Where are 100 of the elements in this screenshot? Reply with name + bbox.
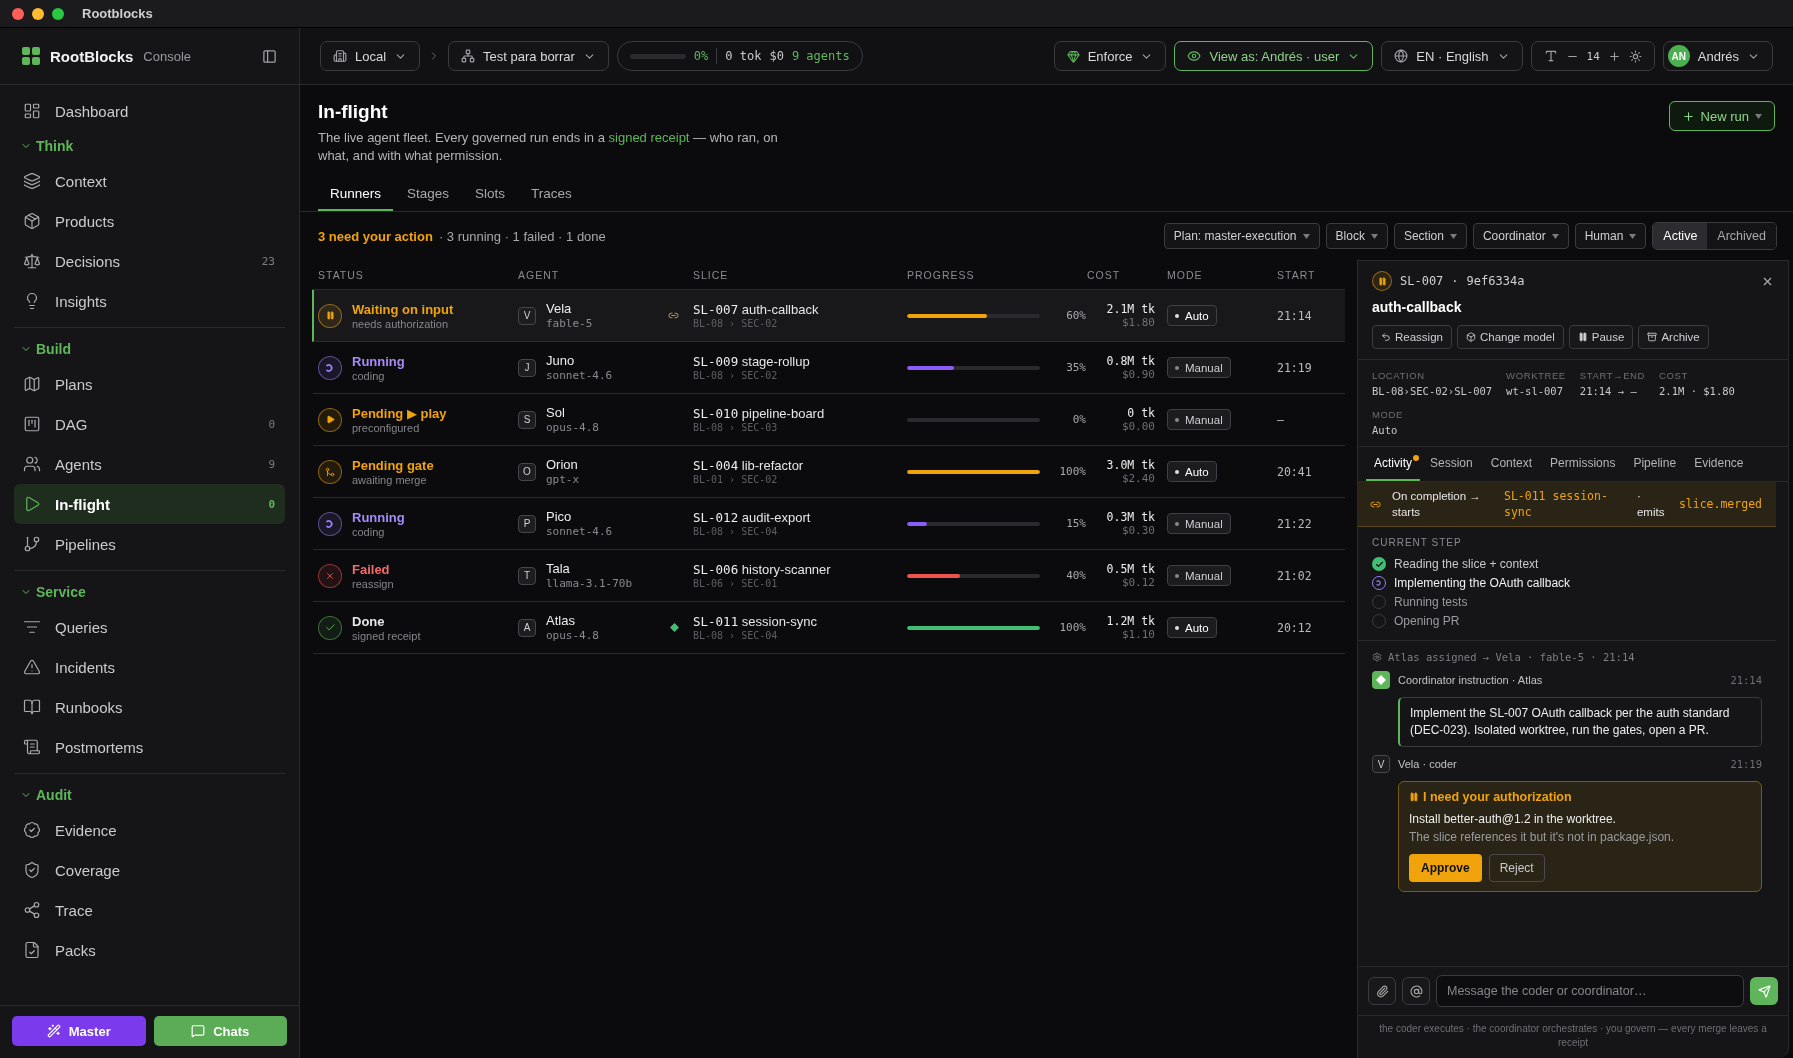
- master-button[interactable]: Master: [12, 1016, 146, 1046]
- caret-icon: [1629, 233, 1637, 239]
- sun-icon[interactable]: [1628, 49, 1642, 63]
- panel-tab[interactable]: Evidence: [1686, 447, 1752, 481]
- section-toggle[interactable]: Build: [14, 334, 285, 364]
- plus-icon[interactable]: [1607, 49, 1621, 63]
- nav-item[interactable]: Context: [14, 161, 285, 201]
- authorization-request: Install better-auth@1.2 in the worktree.: [1409, 812, 1617, 826]
- section-toggle[interactable]: Service: [14, 577, 285, 607]
- text-size-icon[interactable]: [1543, 49, 1558, 63]
- nav-item[interactable]: Runbooks: [14, 687, 285, 727]
- panel-action-button[interactable]: Reassign: [1372, 325, 1452, 349]
- tab[interactable]: Slots: [463, 177, 518, 211]
- book-icon: [23, 698, 41, 716]
- slice-name: SL-009 stage-rollup: [693, 354, 810, 369]
- progress-percent: 15%: [1065, 517, 1086, 530]
- panel-action-button[interactable]: Change model: [1456, 325, 1564, 349]
- runner-row[interactable]: Pending ▶ play preconfigured S Sol opus-4.8 SL-010 pipeline-board BL-08 › SEC-03 0% 0 tk $0.00 Manual —: [312, 394, 1345, 446]
- pause-icon: [1577, 332, 1588, 342]
- tab[interactable]: Runners: [318, 177, 394, 211]
- panel-tab[interactable]: Pipeline: [1625, 447, 1685, 481]
- nav-item[interactable]: DAG 0: [14, 404, 285, 444]
- nav-item[interactable]: Queries: [14, 607, 285, 647]
- cost-value: $2.40: [1121, 472, 1155, 485]
- cost-value: $0.12: [1121, 576, 1155, 589]
- slice-name: SL-006 history-scanner: [693, 562, 831, 577]
- policy-dropdown[interactable]: Enforce: [1053, 41, 1167, 71]
- language-dropdown[interactable]: EN · English: [1381, 41, 1523, 71]
- close-window-button[interactable]: [12, 7, 24, 20]
- nav-item[interactable]: Agents 9: [14, 444, 285, 484]
- workspace-dropdown[interactable]: Local: [320, 41, 421, 71]
- reject-button[interactable]: Reject: [1488, 854, 1545, 882]
- runner-row[interactable]: Waiting on input needs authorization V Vela fable-5 SL-007 auth-callback BL-08 › SEC-02 60% 2.1M tk $1.80 Auto 21:14: [312, 290, 1345, 342]
- nav-item[interactable]: Evidence: [14, 810, 285, 850]
- runner-row[interactable]: Running coding J Juno sonnet-4.6 SL-009 stage-rollup BL-08 › SEC-02 35% 0.8M tk $0.90 Manual 21:19: [312, 342, 1345, 394]
- send-button[interactable]: [1750, 977, 1778, 1005]
- nav-item[interactable]: Incidents: [14, 647, 285, 687]
- agent-model: opus-4.8: [546, 629, 600, 642]
- runner-row[interactable]: Failed reassign T Tala llama-3.1-70b SL-006 history-scanner BL-06 › SEC-01 40% 0.5M tk $0.12 Manual 21:02: [312, 550, 1345, 602]
- sidebar-toggle-icon[interactable]: [262, 48, 277, 64]
- filter-dropdown[interactable]: Section: [1393, 223, 1467, 249]
- agent-name: Juno: [546, 353, 576, 368]
- tab[interactable]: Traces: [519, 177, 584, 211]
- mention-button[interactable]: [1402, 977, 1430, 1005]
- filter-dropdown[interactable]: Coordinator: [1472, 223, 1569, 249]
- meta-value: 2.1M · $1.80: [1659, 385, 1735, 397]
- separator: ·: [1451, 274, 1459, 288]
- runner-row[interactable]: Running coding P Pico sonnet-4.6 SL-012 audit-export BL-08 › SEC-04 15% 0.3M tk $0.30 Manual 21:22: [312, 498, 1345, 550]
- slice-name: SL-004 lib-refactor: [693, 458, 804, 473]
- runner-row[interactable]: Done signed receipt A Atlas opus-4.8 SL-011 session-sync BL-08 › SEC-04 100% 1.2M tk $1.10 Auto 20:12: [312, 602, 1345, 654]
- gem-icon: [1066, 49, 1080, 63]
- nav-item[interactable]: Insights: [14, 281, 285, 321]
- scope-toggle[interactable]: Active: [1653, 223, 1708, 249]
- nav-item[interactable]: Postmortems: [14, 727, 285, 767]
- status-label: Done: [352, 613, 386, 629]
- cost-value: $1.80: [1121, 316, 1155, 329]
- nav-label: Plans: [55, 375, 94, 393]
- new-run-button[interactable]: New run: [1668, 101, 1775, 131]
- status-detail: awaiting merge: [352, 473, 428, 486]
- nav-item[interactable]: Packs: [14, 930, 285, 970]
- nav-item[interactable]: Plans: [14, 364, 285, 404]
- start-time: 21:19: [1277, 360, 1312, 375]
- chain-target: SL-011 session-sync: [1504, 488, 1609, 520]
- section-toggle[interactable]: Audit: [14, 780, 285, 810]
- minimize-window-button[interactable]: [32, 7, 44, 20]
- scope-toggle[interactable]: Archived: [1707, 223, 1776, 249]
- user-menu[interactable]: AN Andrés: [1662, 41, 1773, 71]
- nav-label: Agents: [55, 455, 103, 473]
- project-dropdown[interactable]: Test para borrar: [448, 41, 609, 71]
- nav-item[interactable]: Trace: [14, 890, 285, 930]
- zoom-window-button[interactable]: [52, 7, 64, 20]
- message-input[interactable]: Message the coder or coordinator…: [1436, 975, 1744, 1007]
- nav-item[interactable]: In-flight 0: [14, 484, 285, 524]
- runner-row[interactable]: Pending gate awaiting merge O Orion gpt-x SL-004 lib-refactor BL-01 › SEC-02 100% 3.0M tk $2.40 Auto 20:41: [312, 446, 1345, 498]
- users-icon: [23, 455, 41, 473]
- nav-item[interactable]: Products: [14, 201, 285, 241]
- approve-button[interactable]: Approve: [1409, 854, 1482, 882]
- filter-dropdown[interactable]: Block: [1325, 223, 1388, 249]
- agent-avatar: A: [518, 618, 536, 637]
- filter-dropdown[interactable]: Plan: master-execution: [1163, 223, 1320, 249]
- column-header: AGENT: [518, 268, 561, 281]
- panel-tab[interactable]: Permissions: [1542, 447, 1624, 481]
- panel-action-button[interactable]: Archive: [1638, 325, 1709, 349]
- agent-model: llama-3.1-70b: [546, 577, 634, 590]
- filter-dropdown[interactable]: Human: [1574, 223, 1647, 249]
- panel-action-button[interactable]: Pause: [1568, 325, 1634, 349]
- attach-button[interactable]: [1368, 977, 1396, 1005]
- warning-icon: [23, 658, 41, 676]
- panel-tab[interactable]: Session: [1422, 447, 1481, 481]
- view-as-dropdown[interactable]: View as: Andrés · user: [1174, 41, 1374, 71]
- signed-receipt-link[interactable]: signed receipt: [608, 130, 690, 145]
- panel-tab[interactable]: Context: [1482, 447, 1541, 481]
- nav-item[interactable]: Coverage: [14, 850, 285, 890]
- chain-emits: · emits: [1636, 489, 1666, 520]
- nav-item[interactable]: Decisions 23: [14, 241, 285, 281]
- section-toggle[interactable]: Think: [14, 131, 285, 161]
- caret-icon: [1755, 113, 1762, 119]
- nav-item[interactable]: Dashboard: [14, 91, 285, 131]
- tab[interactable]: Stages: [395, 177, 462, 211]
- nav-item[interactable]: Pipelines: [14, 524, 285, 564]
